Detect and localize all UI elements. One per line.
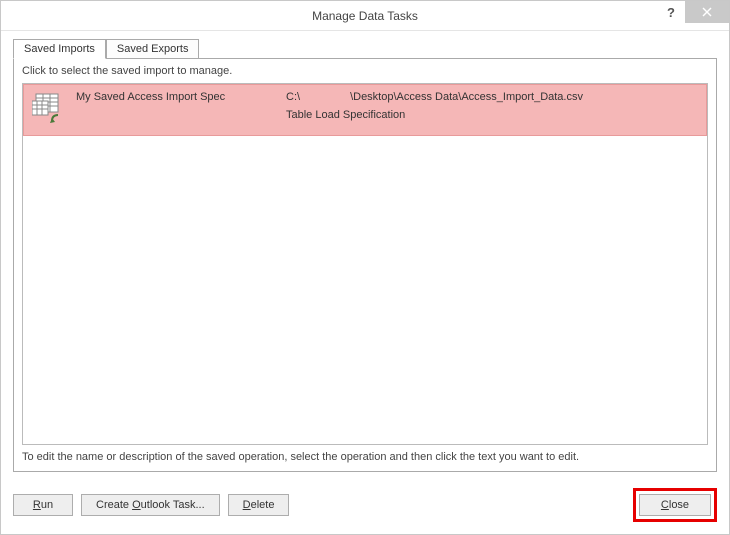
- instruction-text: Click to select the saved import to mana…: [22, 65, 708, 77]
- import-spec-row[interactable]: My Saved Access Import Spec C:\ \Desktop…: [23, 84, 707, 136]
- import-spec-icon: [32, 93, 64, 125]
- delete-button[interactable]: Delete: [228, 494, 290, 516]
- import-spec-path[interactable]: C:\ \Desktop\Access Data\Access_Import_D…: [286, 91, 698, 103]
- dialog-button-row: Run Create Outlook Task... Delete Close: [1, 484, 729, 534]
- create-outlook-task-button[interactable]: Create Outlook Task...: [81, 494, 220, 516]
- import-path-suffix: \Desktop\Access Data\Access_Import_Data.…: [350, 91, 583, 103]
- saved-imports-list: My Saved Access Import Spec C:\ \Desktop…: [22, 83, 708, 445]
- titlebar-controls: ?: [657, 1, 729, 23]
- close-button[interactable]: Close: [639, 494, 711, 516]
- run-button-rest: un: [41, 499, 53, 511]
- import-spec-name[interactable]: My Saved Access Import Spec: [76, 91, 266, 103]
- content-area: Saved Imports Saved Exports Click to sel…: [1, 31, 729, 484]
- help-icon[interactable]: ?: [657, 1, 685, 23]
- import-spec-details: My Saved Access Import Spec C:\ \Desktop…: [76, 91, 698, 121]
- tab-panel-saved-imports: Click to select the saved import to mana…: [13, 58, 717, 472]
- import-spec-description[interactable]: Table Load Specification: [286, 109, 698, 121]
- tab-saved-exports[interactable]: Saved Exports: [106, 39, 200, 58]
- import-path-prefix: C:\: [286, 91, 300, 103]
- titlebar: Manage Data Tasks ?: [1, 1, 729, 31]
- tab-strip: Saved Imports Saved Exports: [13, 39, 717, 58]
- manage-data-tasks-dialog: Manage Data Tasks ? Saved Imports Saved …: [0, 0, 730, 535]
- run-button[interactable]: Run: [13, 494, 73, 516]
- tab-saved-imports[interactable]: Saved Imports: [13, 39, 106, 59]
- close-icon[interactable]: [685, 1, 729, 23]
- close-button-highlight: Close: [633, 488, 717, 522]
- edit-hint-text: To edit the name or description of the s…: [22, 451, 708, 463]
- window-title: Manage Data Tasks: [1, 9, 729, 23]
